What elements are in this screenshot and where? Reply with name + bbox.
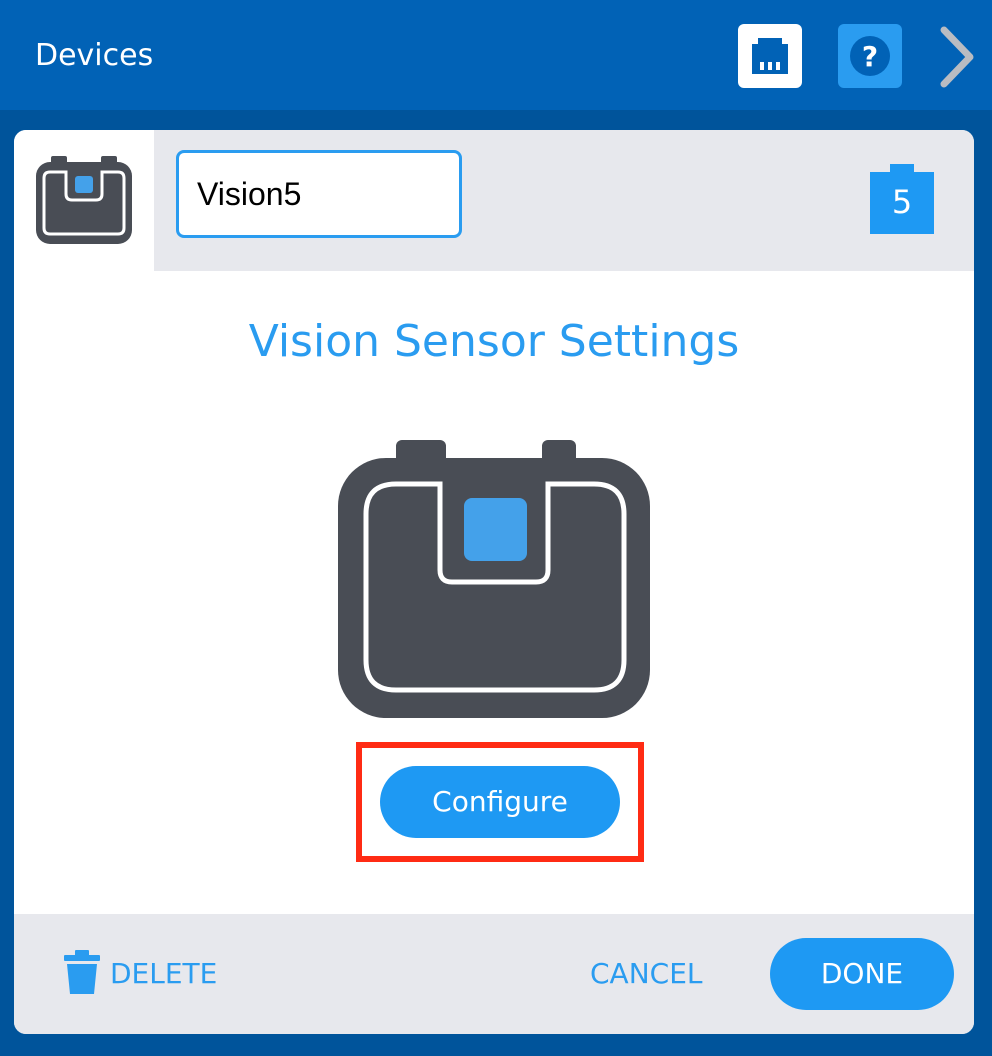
done-button[interactable]: DONE	[770, 938, 954, 1010]
chevron-right-icon	[940, 26, 974, 88]
device-thumbnail	[14, 130, 154, 271]
card-footer: DELETE CANCEL DONE	[14, 914, 974, 1034]
port-number: 5	[891, 183, 913, 221]
cancel-button[interactable]: CANCEL	[590, 954, 703, 994]
device-card: 5 Vision Sensor Settings Configure DELET…	[14, 130, 974, 1034]
device-name-row: 5	[14, 130, 974, 271]
help-icon: ?	[850, 36, 890, 76]
port-badge[interactable]: 5	[870, 164, 934, 234]
configure-button[interactable]: Configure	[380, 766, 620, 838]
delete-label: DELETE	[110, 957, 218, 990]
vision-sensor-large-icon	[338, 440, 650, 718]
trash-icon	[64, 950, 100, 994]
svg-text:?: ?	[862, 40, 878, 73]
device-name-input[interactable]	[176, 150, 462, 238]
header-title: Devices	[35, 38, 154, 73]
settings-title: Vision Sensor Settings	[248, 316, 740, 367]
ethernet-port-icon	[752, 38, 788, 74]
next-button[interactable]	[934, 24, 980, 90]
app-header: Devices ?	[0, 0, 992, 110]
help-button[interactable]: ?	[838, 24, 902, 88]
port-button[interactable]	[738, 24, 802, 88]
vision-sensor-icon	[36, 156, 132, 244]
